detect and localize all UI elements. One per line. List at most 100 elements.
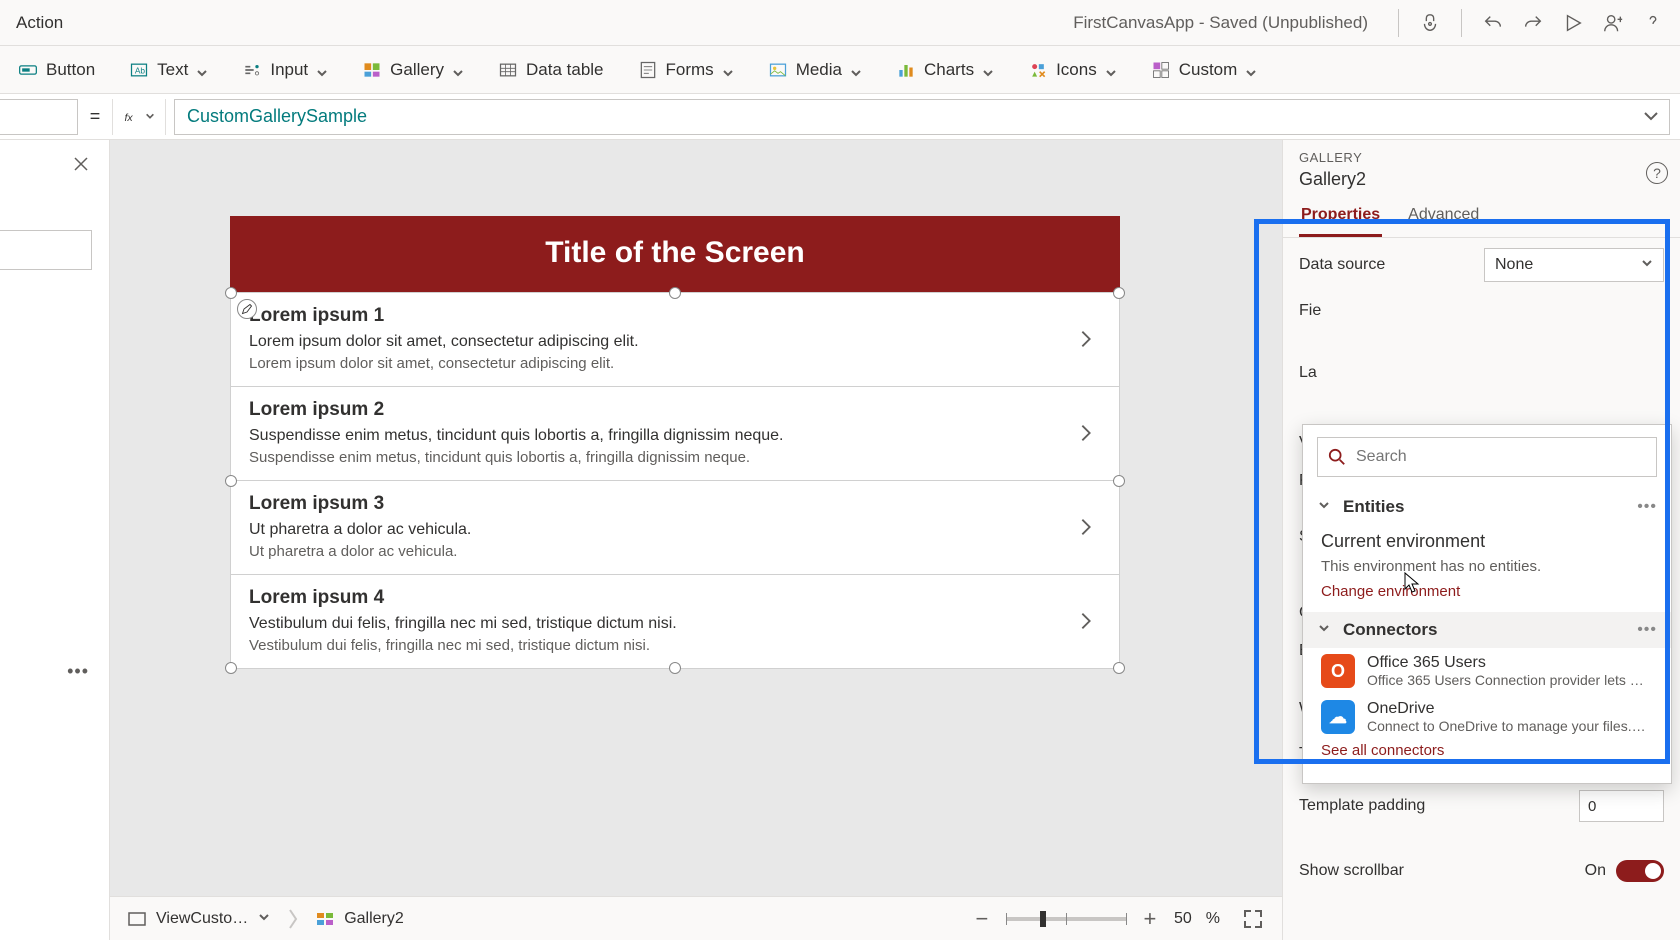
chevron-down-icon	[850, 64, 862, 76]
redo-icon[interactable]	[1522, 12, 1544, 34]
canvas-area[interactable]: Title of the Screen Lorem ipsum 1 Lorem …	[110, 140, 1282, 940]
chevron-down-icon	[316, 64, 328, 76]
connector-desc: Office 365 Users Connection provider let…	[1367, 672, 1647, 688]
tab-properties[interactable]: Properties	[1299, 196, 1382, 237]
zoom-thumb[interactable]	[1040, 911, 1046, 927]
item-body: Suspendisse enim metus, tincidunt quis l…	[249, 449, 1101, 466]
breadcrumb-label: ViewCusto…	[156, 910, 248, 928]
share-icon[interactable]	[1602, 12, 1624, 34]
item-body: Ut pharetra a dolor ac vehicula.	[249, 543, 1101, 560]
help-icon[interactable]	[1642, 12, 1664, 34]
gallery-item[interactable]: Lorem ipsum 2 Suspendisse enim metus, ti…	[231, 387, 1119, 481]
datasource-search-input[interactable]	[1356, 448, 1646, 466]
entities-more-icon[interactable]: •••	[1637, 498, 1657, 516]
zoom-in-button[interactable]: +	[1140, 906, 1160, 932]
insert-text[interactable]: Ab Text	[123, 56, 214, 84]
screen-title: Title of the Screen	[230, 216, 1120, 292]
item-title: Lorem ipsum 1	[249, 305, 1101, 327]
insert-button[interactable]: Button	[12, 56, 101, 84]
change-environment-link[interactable]: Change environment	[1303, 581, 1671, 612]
fit-to-window-icon[interactable]	[1242, 908, 1264, 930]
insert-input[interactable]: Input	[236, 56, 334, 84]
insert-datatable[interactable]: Data table	[492, 56, 610, 84]
environment-title: Current environment	[1303, 525, 1671, 552]
environment-message: This environment has no entities.	[1303, 552, 1671, 581]
insert-gallery[interactable]: Gallery	[356, 56, 470, 84]
gallery-icon	[362, 60, 382, 80]
formula-value: CustomGallerySample	[187, 106, 367, 127]
connectors-more-icon[interactable]: •••	[1637, 621, 1657, 639]
resize-handle[interactable]	[225, 662, 237, 674]
breadcrumb-screen[interactable]: ViewCusto…	[128, 910, 270, 928]
zoom-out-button[interactable]: −	[972, 906, 992, 932]
connector-title: OneDrive	[1367, 700, 1647, 718]
close-icon[interactable]	[71, 154, 95, 178]
breadcrumb-control[interactable]: Gallery2	[316, 910, 404, 928]
office-icon: O	[1321, 654, 1355, 688]
resize-handle[interactable]	[1113, 662, 1125, 674]
insert-custom-label: Custom	[1179, 60, 1238, 80]
chevron-down-icon	[1245, 64, 1257, 76]
media-icon	[768, 60, 788, 80]
expand-formula-icon[interactable]	[1643, 108, 1661, 126]
entities-section[interactable]: Entities •••	[1303, 489, 1671, 525]
help-icon[interactable]: ?	[1646, 162, 1668, 184]
ribbon-tab-action[interactable]: Action	[16, 13, 63, 33]
gallery-item[interactable]: Lorem ipsum 4 Vestibulum dui felis, frin…	[231, 575, 1119, 668]
chevron-right-icon[interactable]	[1075, 422, 1099, 446]
fx-button[interactable]: fx	[112, 99, 166, 135]
chevron-down-icon	[196, 64, 208, 76]
forms-icon	[638, 60, 658, 80]
chevron-right-icon[interactable]	[1075, 516, 1099, 540]
resize-handle[interactable]	[225, 287, 237, 299]
screen-icon	[128, 912, 146, 926]
connector-onedrive[interactable]: ☁ OneDrive Connect to OneDrive to manage…	[1303, 694, 1671, 740]
formula-input[interactable]: CustomGallerySample	[174, 99, 1670, 135]
gallery-item[interactable]: Lorem ipsum 1 Lorem ipsum dolor sit amet…	[231, 293, 1119, 387]
prop-layout-label: La	[1299, 364, 1664, 382]
resize-handle[interactable]	[669, 662, 681, 674]
chevron-down-icon	[982, 64, 994, 76]
search-tree-input[interactable]	[0, 230, 92, 270]
item-body: Vestibulum dui felis, fringilla nec mi s…	[249, 637, 1101, 654]
connectors-section[interactable]: Connectors •••	[1303, 612, 1671, 648]
resize-handle[interactable]	[1113, 287, 1125, 299]
app-checker-icon[interactable]	[1419, 12, 1441, 34]
connectors-title: Connectors	[1343, 620, 1437, 640]
chevron-down-icon	[1317, 621, 1331, 640]
zoom-slider[interactable]	[1006, 917, 1126, 921]
insert-forms[interactable]: Forms	[632, 56, 740, 84]
undo-icon[interactable]	[1482, 12, 1504, 34]
property-selector[interactable]	[0, 99, 78, 135]
titlebar: Action FirstCanvasApp - Saved (Unpublish…	[0, 0, 1680, 46]
gallery-item[interactable]: Lorem ipsum 3 Ut pharetra a dolor ac veh…	[231, 481, 1119, 575]
insert-icons[interactable]: Icons	[1022, 56, 1123, 84]
tab-advanced[interactable]: Advanced	[1406, 196, 1481, 237]
item-subtitle: Suspendisse enim metus, tincidunt quis l…	[249, 427, 1101, 445]
connector-office365-users[interactable]: O Office 365 Users Office 365 Users Conn…	[1303, 648, 1671, 694]
resize-handle[interactable]	[225, 475, 237, 487]
item-title: Lorem ipsum 2	[249, 399, 1101, 421]
edit-template-icon[interactable]	[237, 299, 257, 319]
insert-media[interactable]: Media	[762, 56, 868, 84]
more-icon[interactable]: •••	[67, 661, 89, 682]
see-all-connectors-link[interactable]: See all connectors	[1303, 740, 1671, 771]
chevron-right-icon[interactable]	[1075, 610, 1099, 634]
datasource-dropdown[interactable]: None	[1484, 248, 1664, 282]
zoom-value: 50	[1174, 910, 1192, 928]
insert-custom[interactable]: Custom	[1145, 56, 1264, 84]
chevron-right-icon[interactable]	[1075, 328, 1099, 352]
control-name[interactable]: Gallery2	[1299, 169, 1664, 190]
datasource-flyout: Entities ••• Current environment This en…	[1302, 424, 1672, 784]
svg-text:Ab: Ab	[135, 65, 146, 75]
play-icon[interactable]	[1562, 12, 1584, 34]
breadcrumb-label: Gallery2	[344, 910, 404, 928]
scrollbar-toggle[interactable]	[1616, 860, 1664, 882]
template-padding-input[interactable]: 0	[1579, 790, 1664, 822]
insert-charts[interactable]: Charts	[890, 56, 1000, 84]
custom-icon	[1151, 60, 1171, 80]
resize-handle[interactable]	[1113, 475, 1125, 487]
resize-handle[interactable]	[669, 287, 681, 299]
datasource-search[interactable]	[1317, 437, 1657, 477]
gallery-control[interactable]: Lorem ipsum 1 Lorem ipsum dolor sit amet…	[230, 292, 1120, 669]
